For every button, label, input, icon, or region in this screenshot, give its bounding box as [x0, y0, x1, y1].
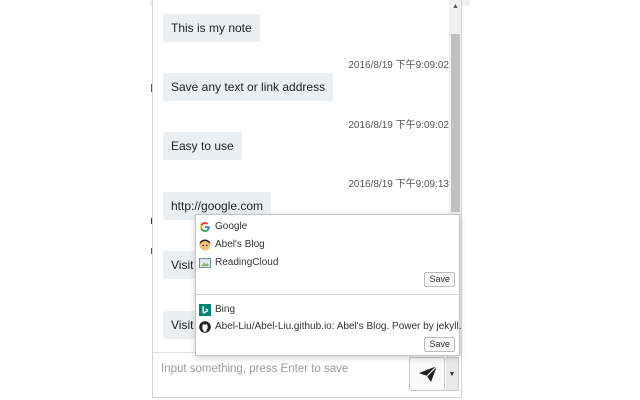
avatar-favicon-icon [199, 239, 211, 251]
message-timestamp-text: 2016/8/19 下午9:09:02 [348, 120, 449, 131]
readingcloud-favicon-icon [199, 258, 211, 268]
caret-up-icon[interactable]: ▲ [449, 2, 461, 12]
link-dropdown: Google Abel's Blog ReadingCloud Save Bin… [195, 214, 462, 356]
link-item-label: Bing [215, 304, 236, 315]
save-button[interactable]: Save [424, 272, 455, 287]
caret-down-icon[interactable]: ▼ [446, 357, 459, 391]
note-input[interactable] [161, 359, 406, 379]
message-timestamp: 2016/8/19 下午9:09:02 [153, 116, 449, 131]
scrollbar-thumb[interactable] [451, 34, 460, 212]
paper-plane-icon [419, 365, 438, 382]
google-favicon-icon [200, 222, 210, 232]
message-timestamp: 2016/8/19 下午9:09:13 [153, 175, 449, 190]
message-timestamp-text: 2016/8/19 下午9:09:13 [348, 179, 449, 190]
input-area: ▼ [153, 352, 461, 397]
save-button[interactable]: Save [424, 337, 455, 352]
link-item-label: Abel's Blog [215, 239, 265, 250]
link-group: Bing Abel-Liu/Abel-Liu.github.io: Abel's… [196, 295, 462, 355]
message-bubble[interactable]: This is my note [163, 14, 260, 42]
link-group: Google Abel's Blog ReadingCloud Save [196, 215, 459, 293]
message-timestamp-text: 2016/8/19 下午9:09:02 [348, 60, 449, 71]
github-favicon-icon [199, 321, 211, 333]
link-item-label: Google [215, 221, 248, 232]
link-item-label: ReadingCloud [215, 257, 279, 268]
bing-favicon-icon [199, 304, 211, 316]
message-bubble[interactable]: Save any text or link address [163, 73, 334, 101]
send-button[interactable] [409, 357, 445, 391]
message-timestamp: 2016/8/19 下午9:09:02 [153, 56, 449, 71]
link-item-label: Abel-Liu/Abel-Liu.github.io: Abel's Blog… [215, 321, 462, 332]
message-bubble[interactable]: Easy to use [163, 132, 242, 160]
